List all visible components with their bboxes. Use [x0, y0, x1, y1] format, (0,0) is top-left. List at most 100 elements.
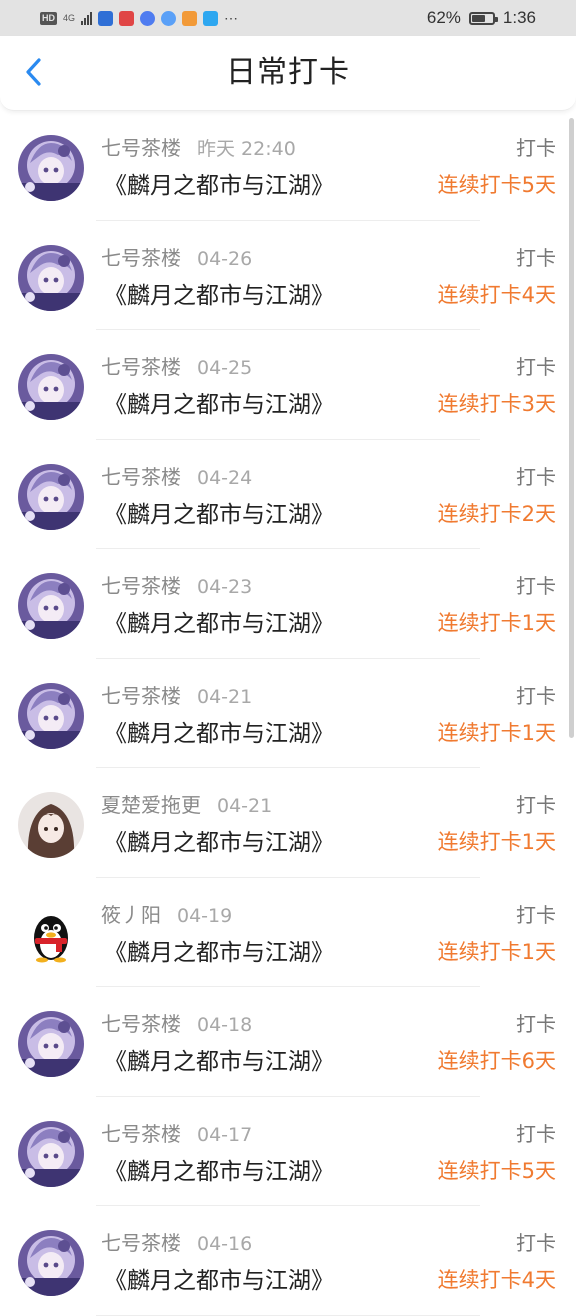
book-title[interactable]: 《麟月之都市与江湖》	[104, 714, 334, 748]
streak-label: 连续打卡4天	[437, 282, 556, 307]
clock: 1:36	[502, 8, 536, 27]
page-title: 日常打卡	[226, 55, 350, 90]
streak-label: 连续打卡4天	[437, 1268, 556, 1292]
anime-girl-avatar[interactable]	[18, 135, 84, 201]
anime-girl-avatar[interactable]	[18, 463, 84, 530]
streak-label: 连续打卡1天	[437, 830, 556, 854]
checkin-row[interactable]: 七号茶楼 04-21 《麟月之都市与江湖》 打卡 连续打卡1天	[0, 659, 576, 768]
user-line: 七号茶楼 04-23	[101, 570, 252, 599]
checkin-row[interactable]: 七号茶楼 04-23 《麟月之都市与江湖》 打卡 连续打卡1天	[0, 549, 576, 659]
anime-girl-avatar[interactable]	[18, 1230, 84, 1296]
checkin-row[interactable]: 夏楚爱拖更 04-21 《麟月之都市与江湖》 打卡 连续打卡1天	[0, 768, 576, 878]
book-title[interactable]: 《麟月之都市与江湖》	[104, 385, 334, 419]
app-icon	[182, 10, 198, 26]
qq-penguin-avatar[interactable]	[18, 901, 84, 968]
checkin-tag: 打卡	[516, 136, 556, 160]
status-bar: HD 4G ⋯ 62% 1:36	[0, 0, 576, 36]
scrollbar[interactable]	[569, 118, 574, 738]
checkin-date: 04-23	[197, 576, 253, 598]
anime-girl-avatar[interactable]	[18, 1120, 84, 1187]
user-line: 夏楚爱拖更 04-21	[101, 789, 272, 818]
checkin-tag: 打卡	[516, 245, 556, 270]
checkin-date: 04-24	[197, 466, 253, 489]
username[interactable]: 七号茶楼	[101, 355, 181, 379]
book-title[interactable]: 《麟月之都市与江湖》	[104, 604, 334, 638]
checkin-tag: 打卡	[516, 793, 556, 817]
streak-label: 连续打卡3天	[437, 392, 556, 416]
app-icon	[140, 10, 156, 26]
username[interactable]: 七号茶楼	[101, 136, 181, 160]
username[interactable]: 七号茶楼	[101, 465, 181, 489]
checkin-tag: 打卡	[516, 902, 556, 927]
anime-girl-avatar[interactable]	[18, 573, 84, 639]
username[interactable]: 筱丿阳	[101, 903, 161, 927]
brown-hair-girl-avatar[interactable]	[18, 792, 84, 858]
streak-label: 连续打卡1天	[437, 611, 556, 635]
signal-icon	[81, 11, 93, 25]
app-icon	[203, 10, 219, 26]
username[interactable]: 七号茶楼	[101, 1012, 181, 1036]
checkin-date: 04-16	[197, 1233, 253, 1255]
anime-girl-avatar[interactable]	[18, 682, 84, 749]
username[interactable]: 七号茶楼	[101, 1122, 181, 1146]
checkin-date: 04-25	[197, 357, 253, 379]
user-line: 七号茶楼 04-16	[101, 1227, 252, 1256]
network-type: 4G	[63, 12, 76, 23]
checkin-tag: 打卡	[516, 1231, 556, 1255]
checkin-row[interactable]: 七号茶楼 04-26 《麟月之都市与江湖》 打卡 连续打卡4天	[0, 221, 576, 330]
user-line: 七号茶楼 04-26	[101, 242, 252, 271]
checkin-date: 04-21	[217, 795, 273, 817]
streak-label: 连续打卡5天	[437, 1158, 556, 1183]
hd-indicator: HD	[40, 11, 57, 25]
user-line: 筱丿阳 04-19	[101, 899, 232, 928]
user-line: 七号茶楼 昨天 22:40	[101, 132, 296, 161]
streak-label: 连续打卡5天	[437, 173, 556, 197]
book-title[interactable]: 《麟月之都市与江湖》	[104, 276, 334, 310]
book-title[interactable]: 《麟月之都市与江湖》	[104, 166, 334, 200]
checkin-tag: 打卡	[516, 683, 556, 708]
checkin-tag: 打卡	[516, 355, 556, 379]
checkin-tag: 打卡	[516, 464, 556, 489]
app-icon	[98, 10, 114, 26]
checkin-row[interactable]: 七号茶楼 04-25 《麟月之都市与江湖》 打卡 连续打卡3天	[0, 330, 576, 440]
checkin-tag: 打卡	[516, 574, 556, 598]
checkin-row[interactable]: 七号茶楼 04-16 《麟月之都市与江湖》 打卡 连续打卡4天	[0, 1206, 576, 1316]
user-line: 七号茶楼 04-18	[101, 1008, 252, 1037]
username[interactable]: 七号茶楼	[101, 1231, 181, 1255]
streak-label: 连续打卡6天	[437, 1049, 556, 1073]
status-right: 62% 1:36	[427, 0, 536, 36]
anime-girl-avatar[interactable]	[18, 354, 84, 420]
anime-girl-avatar[interactable]	[18, 1011, 84, 1077]
battery-percent: 62%	[426, 8, 461, 27]
app-icon	[161, 10, 177, 26]
book-title[interactable]: 《麟月之都市与江湖》	[104, 933, 334, 967]
streak-label: 连续打卡2天	[437, 501, 556, 526]
app-icon	[119, 10, 135, 26]
username[interactable]: 夏楚爱拖更	[101, 793, 201, 817]
checkin-row[interactable]: 七号茶楼 04-18 《麟月之都市与江湖》 打卡 连续打卡6天	[0, 987, 576, 1097]
checkin-row[interactable]: 七号茶楼 04-24 《麟月之都市与江湖》 打卡 连续打卡2天	[0, 440, 576, 549]
book-title[interactable]: 《麟月之都市与江湖》	[104, 495, 334, 529]
checkin-row[interactable]: 七号茶楼 昨天 22:40 《麟月之都市与江湖》 打卡 连续打卡5天	[0, 111, 576, 221]
user-line: 七号茶楼 04-21	[101, 680, 252, 709]
checkin-date: 04-26	[197, 247, 253, 270]
book-title[interactable]: 《麟月之都市与江湖》	[104, 1152, 334, 1186]
checkin-date: 04-17	[197, 1123, 253, 1146]
username[interactable]: 七号茶楼	[101, 684, 181, 708]
anime-girl-avatar[interactable]	[18, 244, 84, 311]
checkin-date: 04-21	[197, 685, 253, 708]
book-title[interactable]: 《麟月之都市与江湖》	[104, 1042, 334, 1076]
username[interactable]: 七号茶楼	[101, 574, 181, 598]
checkin-date: 昨天 22:40	[197, 138, 296, 160]
checkin-row[interactable]: 筱丿阳 04-19 《麟月之都市与江湖》 打卡 连续打卡1天	[0, 878, 576, 987]
book-title[interactable]: 《麟月之都市与江湖》	[104, 1261, 334, 1295]
book-title[interactable]: 《麟月之都市与江湖》	[104, 823, 334, 857]
user-line: 七号茶楼 04-17	[101, 1118, 252, 1147]
streak-label: 连续打卡1天	[437, 720, 556, 745]
checkin-row[interactable]: 七号茶楼 04-17 《麟月之都市与江湖》 打卡 连续打卡5天	[0, 1097, 576, 1206]
checkin-tag: 打卡	[516, 1121, 556, 1146]
username[interactable]: 七号茶楼	[101, 246, 181, 270]
streak-label: 连续打卡1天	[437, 939, 556, 964]
more-notifications-icon: ⋯	[224, 9, 239, 26]
checkin-date: 04-18	[197, 1014, 253, 1036]
